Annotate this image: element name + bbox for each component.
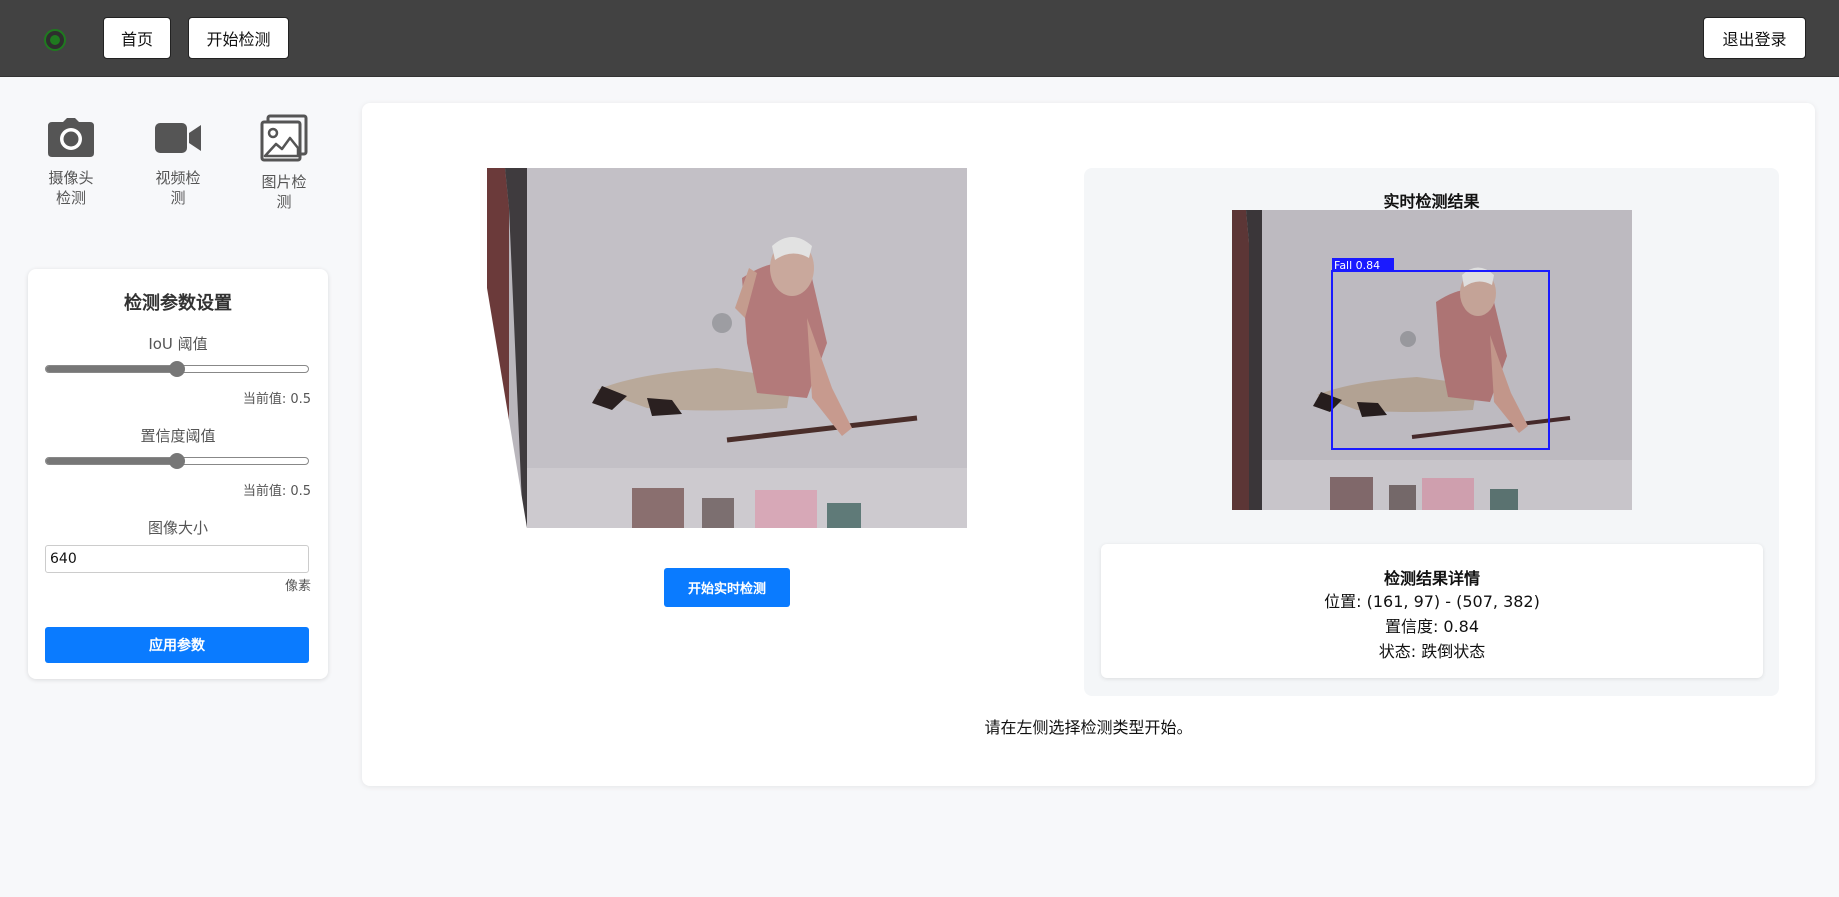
camera-icon [48, 118, 94, 157]
detection-box-label: Fall 0.84 [1334, 259, 1380, 272]
iou-slider-fill [46, 366, 177, 372]
video-icon [155, 123, 201, 153]
confidence-slider-fill [46, 458, 177, 464]
sidebar-item-video[interactable]: 视频检测 [138, 118, 218, 208]
details-title: 检测结果详情 [1383, 569, 1480, 588]
home-button[interactable]: 首页 [103, 17, 171, 59]
sidebar-item-image[interactable]: 图片检测 [244, 114, 324, 212]
iou-slider[interactable] [45, 361, 309, 377]
confidence-label: 置信度阈值 [140, 427, 216, 445]
main-panel: 开始实时检测 实时检测结果 Fall 0.84 检测结果详情 位置: (161,… [362, 103, 1815, 786]
logout-button[interactable]: 退出登录 [1703, 17, 1806, 59]
result-details-card: 检测结果详情 位置: (161, 97) - (507, 382) 置信度: 0… [1101, 544, 1763, 678]
hint-text: 请在左侧选择检测类型开始。 [984, 718, 1193, 737]
start-realtime-button[interactable]: 开始实时检测 [664, 568, 790, 607]
apply-params-button[interactable]: 应用参数 [45, 627, 309, 663]
confidence-slider[interactable] [45, 453, 309, 469]
result-panel: 实时检测结果 Fall 0.84 检测结果详情 位置: (161, 97) - … [1084, 168, 1779, 696]
source-image [487, 168, 967, 528]
details-confidence: 置信度: 0.84 [1384, 617, 1480, 636]
details-status: 状态: 跌倒状态 [1378, 642, 1486, 661]
logo-icon [44, 29, 66, 51]
params-panel: 检测参数设置 IoU 阈值 当前值: 0.5 置信度阈值 当前值: 0.5 图像… [28, 269, 328, 679]
result-image: Fall 0.84 [1232, 210, 1632, 510]
details-position: 位置: (161, 97) - (507, 382) [1324, 592, 1540, 611]
image-size-unit: 像素 [284, 579, 311, 594]
result-title: 实时检测结果 [1383, 192, 1480, 211]
sidebar-item-label: 视频检测 [155, 169, 201, 207]
confidence-current-value: 当前值: 0.5 [242, 484, 311, 499]
sidebar-item-label: 图片检测 [261, 173, 307, 211]
image-size-input[interactable] [45, 545, 309, 573]
confidence-slider-thumb[interactable] [169, 453, 185, 469]
sidebar-item-label: 摄像头检测 [48, 169, 94, 207]
image-size-label: 图像大小 [147, 519, 208, 537]
iou-current-value: 当前值: 0.5 [242, 392, 311, 407]
start-detection-button[interactable]: 开始检测 [188, 17, 289, 59]
sidebar-item-camera[interactable]: 摄像头检测 [31, 118, 111, 208]
image-icon [260, 114, 308, 162]
params-title: 检测参数设置 [124, 293, 232, 314]
iou-slider-thumb[interactable] [169, 361, 185, 377]
iou-label: IoU 阈值 [148, 335, 208, 353]
top-navbar: 首页 开始检测 退出登录 [0, 0, 1839, 77]
